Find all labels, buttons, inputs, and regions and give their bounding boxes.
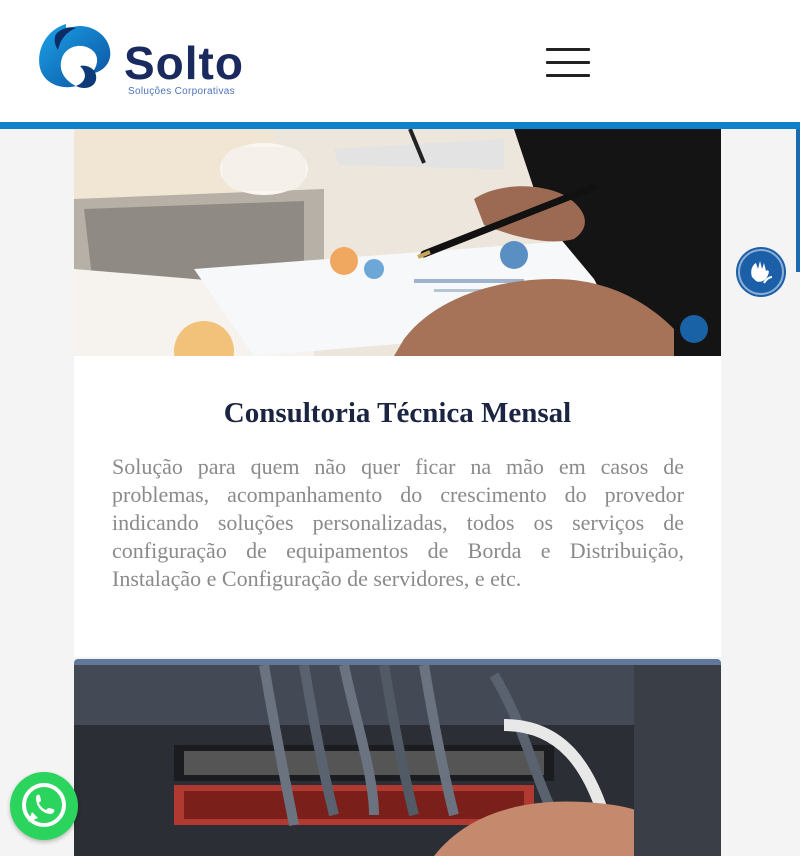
service-card-consultoria: Consultoria Técnica Mensal Solução para … (74, 129, 721, 657)
hands-writing-charts-photo (74, 129, 721, 356)
menu-line (546, 48, 590, 51)
brand-name: Solto (124, 37, 244, 89)
solto-logo[interactable]: Solto Soluções Corporativas (36, 20, 256, 102)
service-card-network-cables (74, 659, 721, 856)
menu-line (546, 61, 590, 64)
hamburger-icon[interactable] (546, 48, 590, 84)
site-header: Solto Soluções Corporativas (0, 0, 800, 129)
brand-tagline: Soluções Corporativas (128, 86, 235, 97)
sign-language-hands-icon (738, 249, 784, 295)
solto-swirl-icon (39, 24, 111, 88)
menu-line (546, 74, 590, 77)
whatsapp-button[interactable] (10, 772, 78, 840)
accessibility-sign-language-button[interactable] (736, 247, 786, 297)
card-description: Solução para quem não quer ficar na mão … (112, 454, 684, 591)
whatsapp-icon (22, 783, 66, 827)
network-cables-photo (74, 665, 721, 856)
card-title: Consultoria Técnica Mensal (223, 397, 572, 429)
